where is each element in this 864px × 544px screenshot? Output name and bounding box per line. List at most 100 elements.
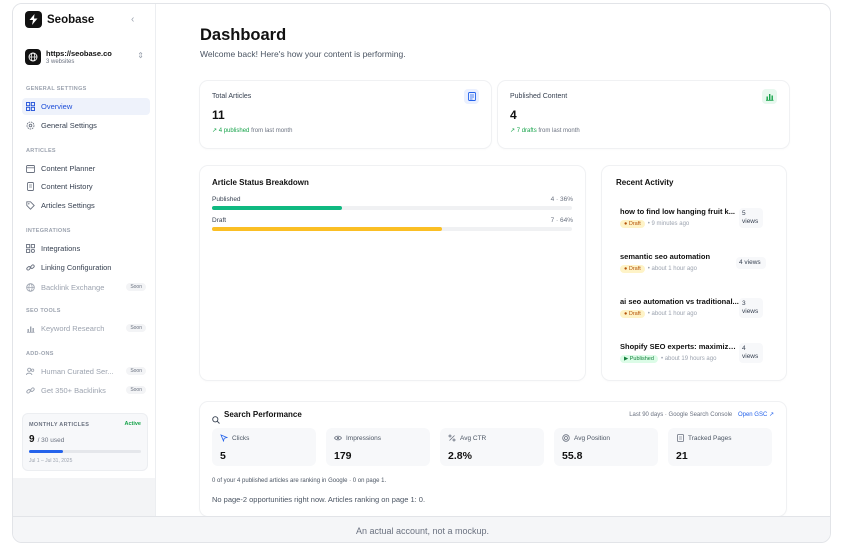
sidebar-item-backlink-exchange[interactable]: Backlink Exchange Soon [22,279,150,296]
metric-clicks: Clicks 5 [212,428,316,466]
status-badge: ▶ Published [620,355,658,363]
sidebar-item-label: Content History [41,182,93,191]
monthly-progress [29,450,141,453]
monthly-articles-card: MONTHLY ARTICLES Active 9 / 30 used Jul … [22,413,148,471]
bar-label: Published [212,196,241,203]
sidebar-item-keyword-research[interactable]: Keyword Research Soon [22,320,150,337]
soon-badge: Soon [126,386,146,394]
metric-value: 5 [220,450,226,462]
brand[interactable]: Seobase [25,11,94,28]
search-icon [212,411,220,429]
opportunities-note: No page-2 opportunities right now. Artic… [212,495,426,504]
status-badge: Active [124,421,141,427]
status-badge: ● Draft [620,220,645,228]
card-title: Recent Activity [616,178,674,187]
activity-title: how to find low hanging fruit k... [620,207,735,216]
sidebar-item-integrations[interactable]: Integrations [22,240,150,257]
metric-label: Avg Position [574,435,611,442]
sidebar-item-label: Content Planner [41,164,96,173]
link-icon [26,263,35,272]
views-count: 3 views [739,298,763,318]
sidebar-item-label: General Settings [41,121,97,130]
sidebar-item-articles-settings[interactable]: Articles Settings [22,197,150,214]
sidebar-item-content-planner[interactable]: Content Planner [22,160,150,177]
status-bar-published [212,206,572,210]
section-general-settings: GENERAL SETTINGS [26,86,87,92]
stat-label: Published Content [510,93,568,100]
status-badge: ● Draft [620,310,645,318]
metric-value: 21 [676,450,688,462]
stat-value: 4 [510,108,517,122]
soon-badge: Soon [126,367,146,375]
metric-impressions: Impressions 179 [326,428,430,466]
sidebar-item-content-history[interactable]: Content History [22,178,150,195]
gear-icon [26,121,35,130]
section-add-ons: ADD-ONS [26,351,54,357]
card-title: Article Status Breakdown [212,178,309,187]
stat-delta: ↗ 7 drafts from last month [510,127,580,134]
views-count: 4 views [736,257,766,269]
bar-value: 7 · 64% [550,217,573,224]
metric-label: Clicks [232,435,250,442]
status-breakdown-card: Article Status Breakdown Published 4 · 3… [200,166,585,380]
sidebar-item-label: Get 350+ Backlinks [41,386,106,395]
main-content: Dashboard Welcome back! Here's how your … [157,4,830,516]
monthly-title: MONTHLY ARTICLES [29,422,90,428]
sidebar-item-label: Integrations [41,244,81,253]
section-integrations: INTEGRATIONS [26,228,71,234]
bar-chart-icon [762,89,777,104]
tag-icon [26,201,35,210]
document-icon [464,89,479,104]
metric-label: Impressions [346,435,382,442]
sidebar-item-general-settings[interactable]: General Settings [22,117,150,134]
soon-badge: Soon [126,324,146,332]
status-badge: ● Draft [620,265,645,273]
sidebar-footer [13,478,155,516]
activity-time: • 9 minutes ago [647,221,690,227]
status-bar-fill [212,206,342,210]
activity-time: • about 19 hours ago [660,356,717,362]
arrow-up-right-icon: ↗ [510,128,516,134]
app-window: Seobase ‹ https://seobase.co 3 websites … [12,3,831,543]
users-icon [26,367,35,376]
total-articles-card: Total Articles 11 ↗ 4 published from las… [200,81,491,148]
site-count: 3 websites [46,58,75,65]
open-gsc-link[interactable]: Open GSC ↗ [738,412,774,418]
stat-delta: ↗ 4 published from last month [212,127,292,134]
globe-icon [26,283,35,292]
sidebar-item-label: Overview [41,102,73,111]
metric-value: 2.8% [448,450,472,462]
search-performance-card: Search Performance Last 90 days · Google… [200,402,786,516]
sidebar-item-overview[interactable]: Overview [22,98,150,115]
sidebar-item-linking-configuration[interactable]: Linking Configuration [22,259,150,276]
activity-title: semantic seo automation [620,252,711,261]
metric-tracked-pages: Tracked Pages 21 [668,428,772,466]
eye-icon [334,434,342,442]
metric-avg-ctr: Avg CTR 2.8% [440,428,544,466]
monthly-used: / 30 used [37,437,65,444]
activity-title: Shopify SEO experts: maximize ... [620,342,740,351]
globe-icon [25,49,41,65]
grid-icon [26,102,35,111]
sidebar-item-label: Human Curated Ser... [41,367,114,376]
site-url: https://seobase.co [46,48,112,58]
sidebar-item-get-backlinks[interactable]: Get 350+ Backlinks Soon [22,382,150,399]
percent-icon [448,434,456,442]
soon-badge: Soon [126,283,146,291]
card-title: Search Performance [224,410,302,419]
sidebar-item-human-curated[interactable]: Human Curated Ser... Soon [22,363,150,380]
site-selector[interactable]: https://seobase.co 3 websites ⇕ [25,47,147,67]
bar-label: Draft [212,217,227,224]
monthly-count: 9 [29,434,35,445]
status-bar-fill [212,227,443,231]
link-icon [26,386,35,395]
stat-delta-value: 7 drafts [516,128,537,134]
sidebar-item-label: Keyword Research [41,324,105,333]
monthly-date: Jul 1 – Jul 31, 2025 [29,458,73,464]
chevron-up-down-icon: ⇕ [137,51,144,60]
sidebar: Seobase ‹ https://seobase.co 3 websites … [13,4,156,516]
metric-value: 179 [334,450,352,462]
metric-label: Avg CTR [460,435,487,442]
chevron-left-icon[interactable]: ‹ [131,14,134,25]
activity-title: ai seo automation vs traditional... [620,297,739,306]
